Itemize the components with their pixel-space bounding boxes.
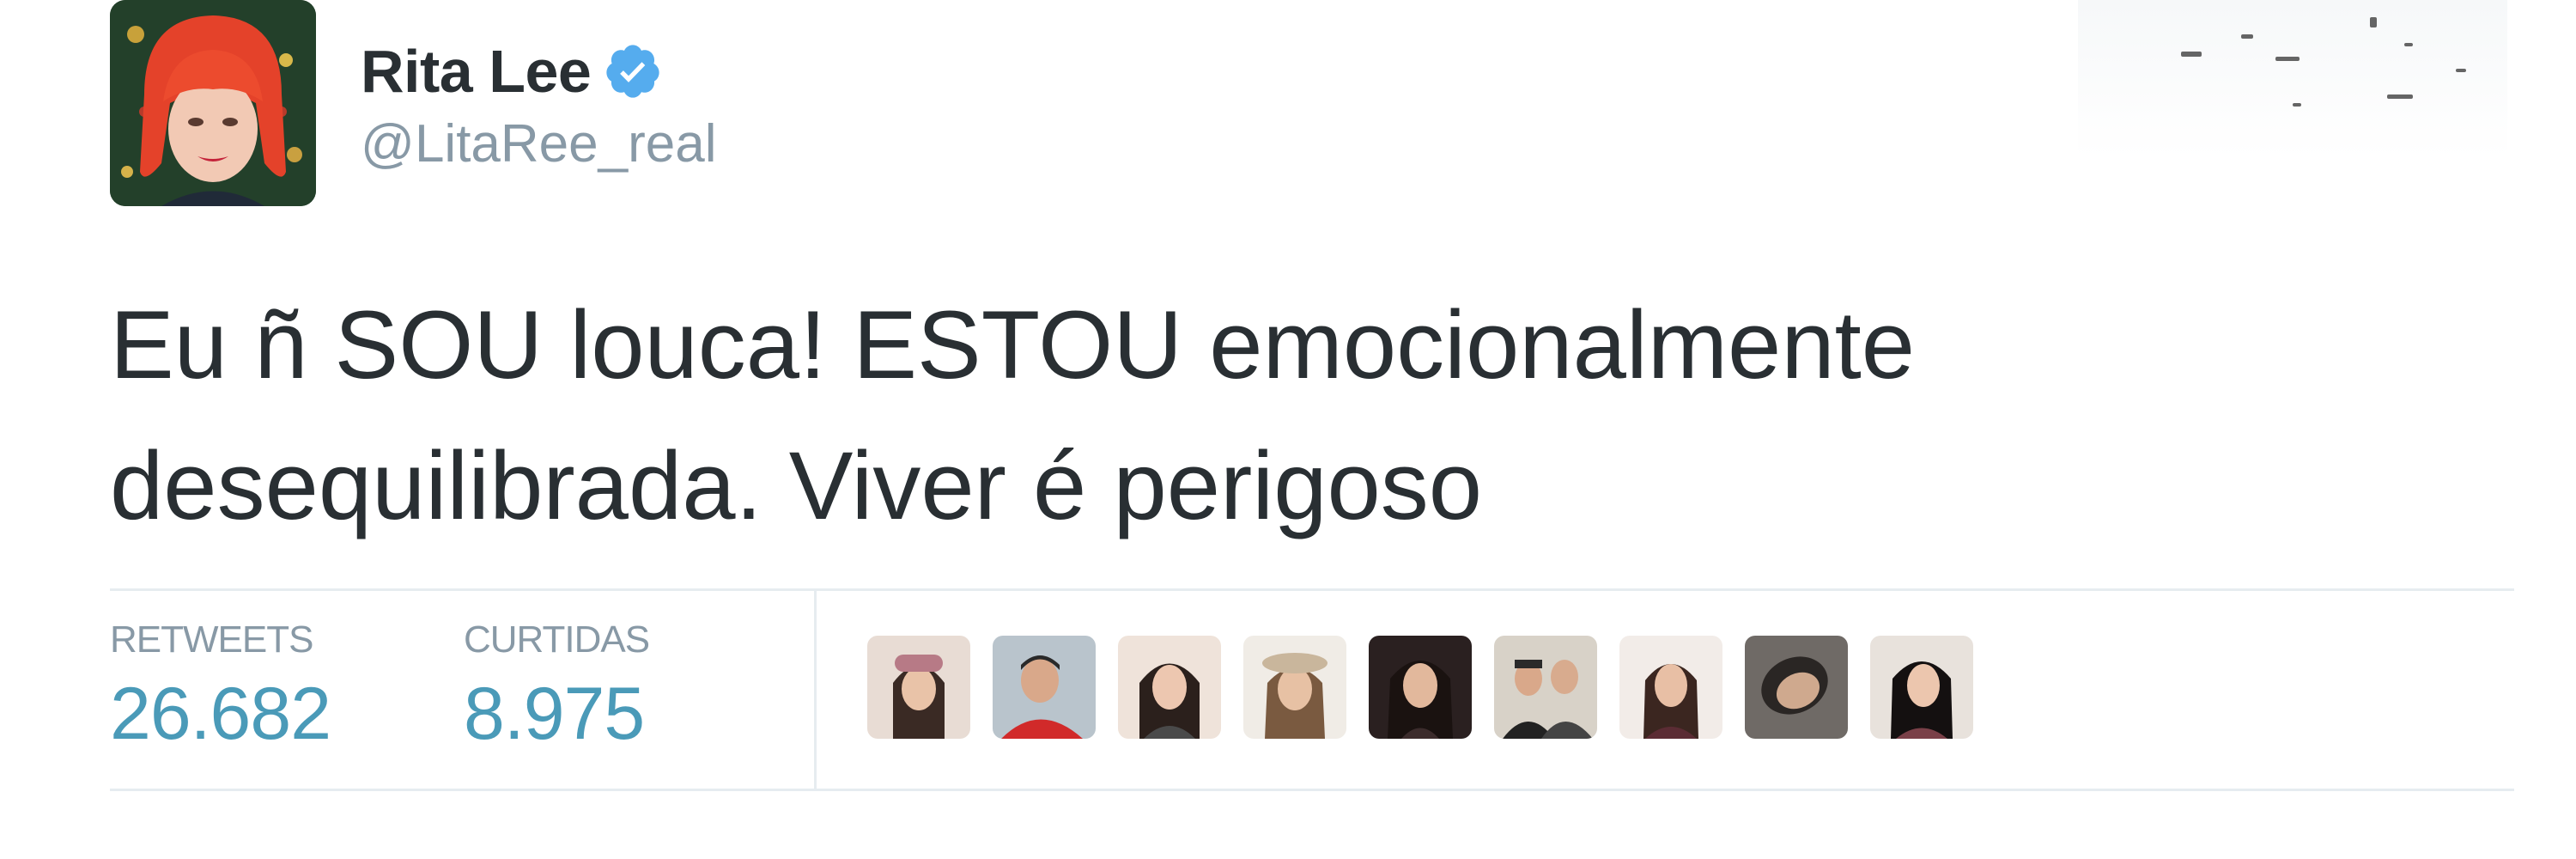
liker-avatar[interactable]	[1619, 636, 1722, 739]
tweet-text: Eu ñ SOU louca! ESTOU emocionalmente des…	[110, 291, 1916, 539]
likes-stat[interactable]: CURTIDAS 8.975	[464, 618, 650, 757]
liker-avatar[interactable]	[1745, 636, 1848, 739]
likes-count: 8.975	[464, 673, 645, 755]
retweets-label: RETWEETS	[110, 618, 313, 661]
display-name[interactable]: Rita Lee	[361, 37, 592, 106]
author-block: Rita Lee @LitaRee_real	[361, 34, 717, 174]
verified-badge-icon	[603, 41, 663, 101]
liker-avatar[interactable]	[993, 636, 1096, 739]
stats-vertical-divider	[814, 591, 817, 789]
name-row: Rita Lee	[361, 34, 717, 108]
liker-avatar[interactable]	[1870, 636, 1973, 739]
stats-divider-top	[110, 588, 2514, 591]
likes-label: CURTIDAS	[464, 618, 650, 661]
liker-avatar[interactable]	[867, 636, 970, 739]
retweets-stat[interactable]: RETWEETS 26.682	[110, 618, 331, 757]
stats-divider-bottom	[110, 789, 2514, 791]
profile-avatar[interactable]	[110, 0, 316, 206]
retweets-count: 26.682	[110, 673, 331, 755]
follow-area-remnant	[2078, 0, 2507, 159]
tweet-card: Rita Lee @LitaRee_real Eu ñ SOU louca! E…	[0, 0, 2576, 859]
liker-avatar[interactable]	[1494, 636, 1597, 739]
liker-avatar[interactable]	[1243, 636, 1346, 739]
liker-avatar[interactable]	[1369, 636, 1472, 739]
user-handle[interactable]: @LitaRee_real	[361, 113, 717, 174]
liker-avatar[interactable]	[1118, 636, 1221, 739]
avatar-illustration	[110, 0, 316, 206]
liker-avatars	[867, 636, 1973, 739]
